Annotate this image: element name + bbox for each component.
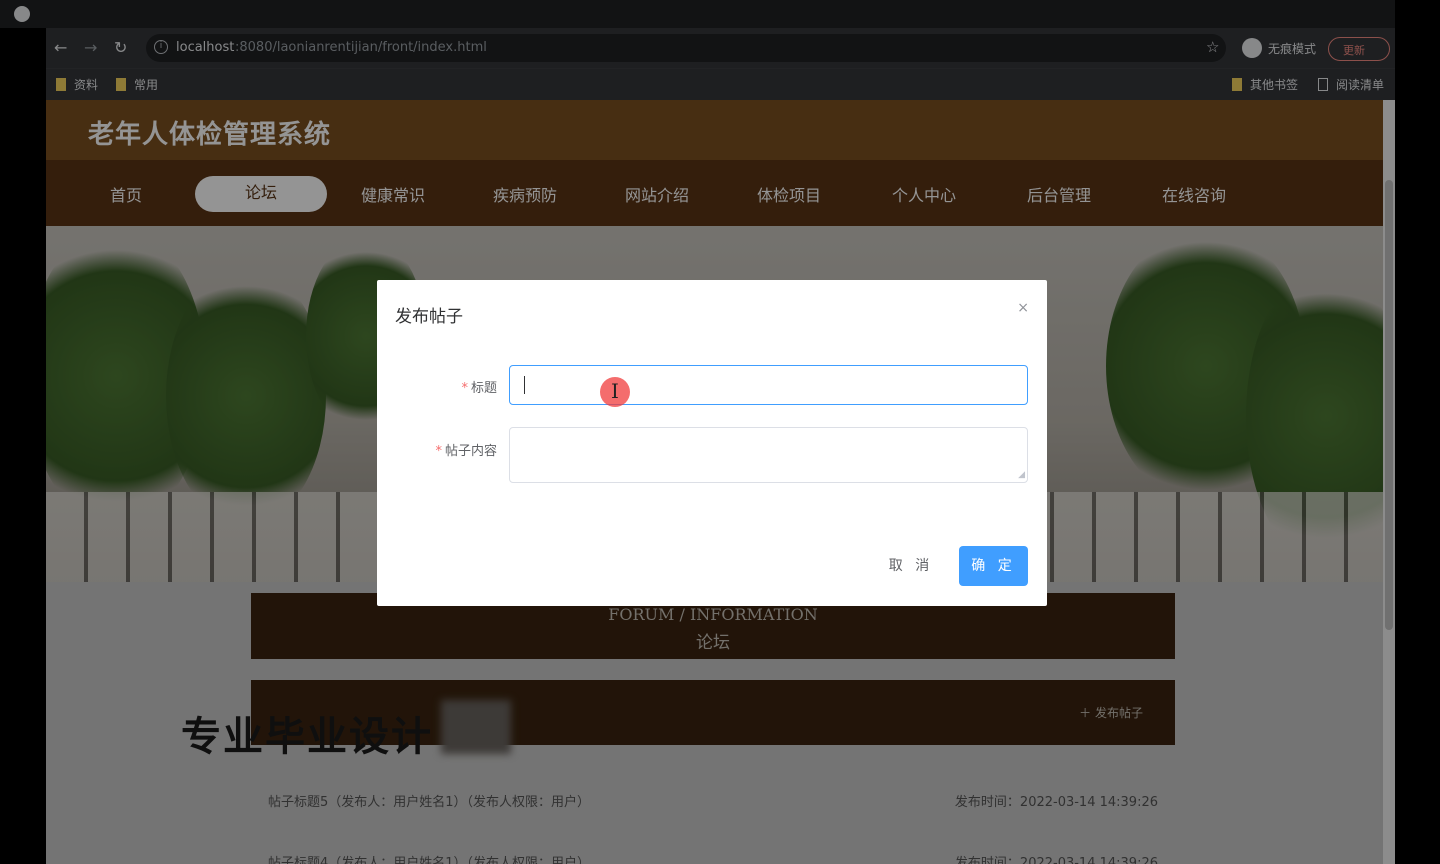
dialog-close-icon[interactable]: × (1017, 300, 1029, 316)
cancel-button[interactable]: 取 消 (879, 546, 943, 586)
title-input[interactable] (509, 365, 1028, 405)
resize-handle-icon[interactable]: ◢ (1018, 470, 1025, 480)
text-caret (524, 376, 525, 394)
publish-post-dialog: 发布帖子 × * 标题 * 帖子内容 ◢ 取 消 确 定 (377, 280, 1047, 606)
dialog-title: 发布帖子 (395, 307, 463, 327)
text-cursor-icon: I (611, 379, 619, 403)
content-textarea[interactable]: ◢ (509, 427, 1028, 483)
title-label: * 标题 (461, 381, 497, 396)
content-label: * 帖子内容 (435, 444, 497, 459)
confirm-button[interactable]: 确 定 (959, 546, 1028, 586)
